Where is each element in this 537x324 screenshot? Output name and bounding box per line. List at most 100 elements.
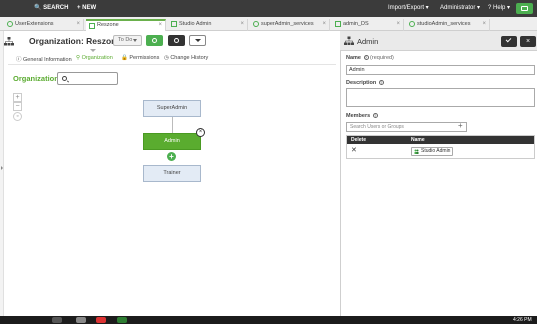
confirm-button[interactable] bbox=[501, 36, 517, 47]
subtab-general-information[interactable]: ⓘ General Information bbox=[16, 55, 72, 63]
close-tab-icon[interactable]: × bbox=[240, 19, 244, 30]
remove-node-icon[interactable]: × bbox=[196, 128, 205, 137]
members-table: Delete Name ✕ Studio Admin bbox=[346, 135, 535, 159]
os-taskbar: 4:26 PM bbox=[0, 316, 537, 324]
subtab-permissions[interactable]: 🔒 Permissions bbox=[121, 55, 159, 61]
divider bbox=[8, 64, 336, 65]
status-label: To Do bbox=[118, 37, 133, 43]
import-export-menu[interactable]: Import/Export ▾ bbox=[388, 0, 429, 17]
taskbar-app-icon[interactable] bbox=[76, 317, 86, 323]
search-icon bbox=[62, 76, 67, 81]
name-field-label: Name ? (required) bbox=[346, 55, 394, 61]
administrator-label: Administrator bbox=[440, 5, 476, 11]
new-label: NEW bbox=[82, 5, 97, 11]
tab-studio-admin[interactable]: Studio Admin × bbox=[168, 19, 248, 31]
member-chip[interactable]: Studio Admin bbox=[411, 147, 454, 156]
subtab-label: General Information bbox=[23, 57, 72, 63]
name-label-text: Name bbox=[346, 55, 361, 61]
taskbar-app-icon[interactable] bbox=[117, 317, 127, 323]
members-label-text: Members bbox=[346, 113, 371, 119]
tab-studioadmin-services[interactable]: studioAdmin_services × bbox=[406, 19, 490, 31]
description-label-text: Description bbox=[346, 80, 377, 86]
tab-label: Studio Admin bbox=[179, 21, 212, 27]
page-title: Organization: Reszone bbox=[29, 36, 122, 46]
description-field-label: Description ? bbox=[346, 80, 384, 86]
description-textarea[interactable] bbox=[346, 88, 535, 107]
taskbar-app-icon[interactable] bbox=[52, 317, 62, 323]
help-label: Help bbox=[493, 5, 506, 11]
delete-member-icon[interactable]: ✕ bbox=[351, 146, 357, 154]
status-dropdown[interactable]: To Do bbox=[113, 35, 142, 46]
subtab-change-history[interactable]: ◷ Change History bbox=[164, 55, 208, 61]
close-tab-icon[interactable]: × bbox=[158, 21, 162, 30]
organization-search-input[interactable] bbox=[57, 72, 118, 85]
org-node-admin[interactable]: Admin bbox=[143, 133, 201, 150]
group-icon bbox=[414, 149, 419, 154]
add-child-node-icon[interactable]: + bbox=[167, 152, 176, 161]
name-input[interactable]: Admin bbox=[346, 65, 535, 75]
section-title: Organization bbox=[13, 74, 59, 83]
subtab-label: Change History bbox=[170, 55, 209, 61]
export-icon bbox=[521, 6, 528, 11]
taskbar-browser-icon[interactable] bbox=[96, 317, 106, 323]
top-navigation-bar: 🔍 SEARCH + NEW Import/Export ▾ Administr… bbox=[0, 0, 537, 17]
document-tab-bar: UserExtensions × Reszone × Studio Admin … bbox=[0, 17, 537, 31]
check-icon bbox=[505, 36, 512, 43]
zoom-in-button[interactable]: + bbox=[13, 93, 22, 102]
organization-icon bbox=[344, 36, 354, 45]
help-icon[interactable]: ? bbox=[378, 80, 384, 86]
more-actions-dropdown[interactable] bbox=[189, 35, 206, 46]
close-tab-icon[interactable]: × bbox=[482, 19, 486, 30]
members-search-input[interactable]: Search Users or Groups bbox=[346, 122, 467, 132]
circle-icon bbox=[253, 21, 259, 27]
help-icon[interactable]: ? bbox=[372, 113, 378, 119]
panel-title: Admin bbox=[357, 37, 379, 46]
search-button[interactable]: 🔍 SEARCH bbox=[34, 0, 68, 17]
new-button[interactable]: + NEW bbox=[77, 0, 96, 17]
ban-icon bbox=[174, 38, 179, 43]
workflow-action-button[interactable] bbox=[146, 35, 163, 46]
tab-label: studioAdmin_services bbox=[417, 21, 471, 27]
cancel-action-button[interactable] bbox=[168, 35, 185, 46]
left-collapse-strip[interactable] bbox=[0, 31, 4, 316]
clock: 4:26 PM bbox=[513, 317, 532, 323]
tab-label: admin_DS bbox=[343, 21, 369, 27]
close-tab-icon[interactable]: × bbox=[396, 19, 400, 30]
subtab-label: Organization bbox=[81, 55, 113, 61]
notifications-button[interactable] bbox=[516, 3, 533, 14]
close-panel-button[interactable]: × bbox=[520, 36, 536, 47]
organization-icon bbox=[4, 37, 14, 46]
close-tab-icon[interactable]: × bbox=[322, 19, 326, 30]
tab-reszone[interactable]: Reszone × bbox=[86, 19, 166, 31]
circle-icon bbox=[7, 21, 13, 27]
tab-userextensions[interactable]: UserExtensions × bbox=[4, 19, 84, 31]
tab-superadmin-services[interactable]: superAdmin_services × bbox=[250, 19, 330, 31]
help-menu[interactable]: ? Help ▾ bbox=[488, 0, 510, 17]
connector-line bbox=[172, 117, 173, 133]
org-node-superadmin[interactable]: SuperAdmin bbox=[143, 100, 201, 117]
administrator-menu[interactable]: Administrator ▾ bbox=[440, 0, 480, 17]
column-header-name: Name bbox=[411, 137, 425, 143]
members-table-header: Delete Name bbox=[347, 136, 534, 144]
members-field-label: Members ? bbox=[346, 113, 378, 119]
org-node-trainer[interactable]: Trainer bbox=[143, 165, 201, 182]
close-tab-icon[interactable]: × bbox=[76, 19, 80, 30]
tab-label: Reszone bbox=[97, 22, 119, 28]
zoom-out-button[interactable]: − bbox=[13, 102, 22, 111]
add-member-icon[interactable]: + bbox=[458, 121, 463, 130]
zoom-reset-button[interactable]: ◦ bbox=[13, 112, 22, 121]
circle-icon bbox=[409, 21, 415, 27]
chevron-down-icon bbox=[195, 39, 201, 42]
subtab-organization[interactable]: ⚲ Organization bbox=[76, 55, 113, 61]
active-subtab-pointer bbox=[90, 49, 96, 52]
search-label: SEARCH bbox=[43, 5, 69, 11]
column-header-delete: Delete bbox=[351, 137, 367, 143]
import-export-label: Import/Export bbox=[388, 5, 425, 11]
expand-arrow-icon bbox=[1, 166, 3, 170]
org-icon bbox=[89, 23, 95, 29]
help-icon[interactable]: ? bbox=[363, 55, 369, 61]
subtab-label: Permissions bbox=[129, 55, 160, 61]
tab-admin-ds[interactable]: admin_DS × bbox=[332, 19, 404, 31]
tab-label: UserExtensions bbox=[15, 21, 54, 27]
member-name: Studio Admin bbox=[421, 148, 451, 154]
